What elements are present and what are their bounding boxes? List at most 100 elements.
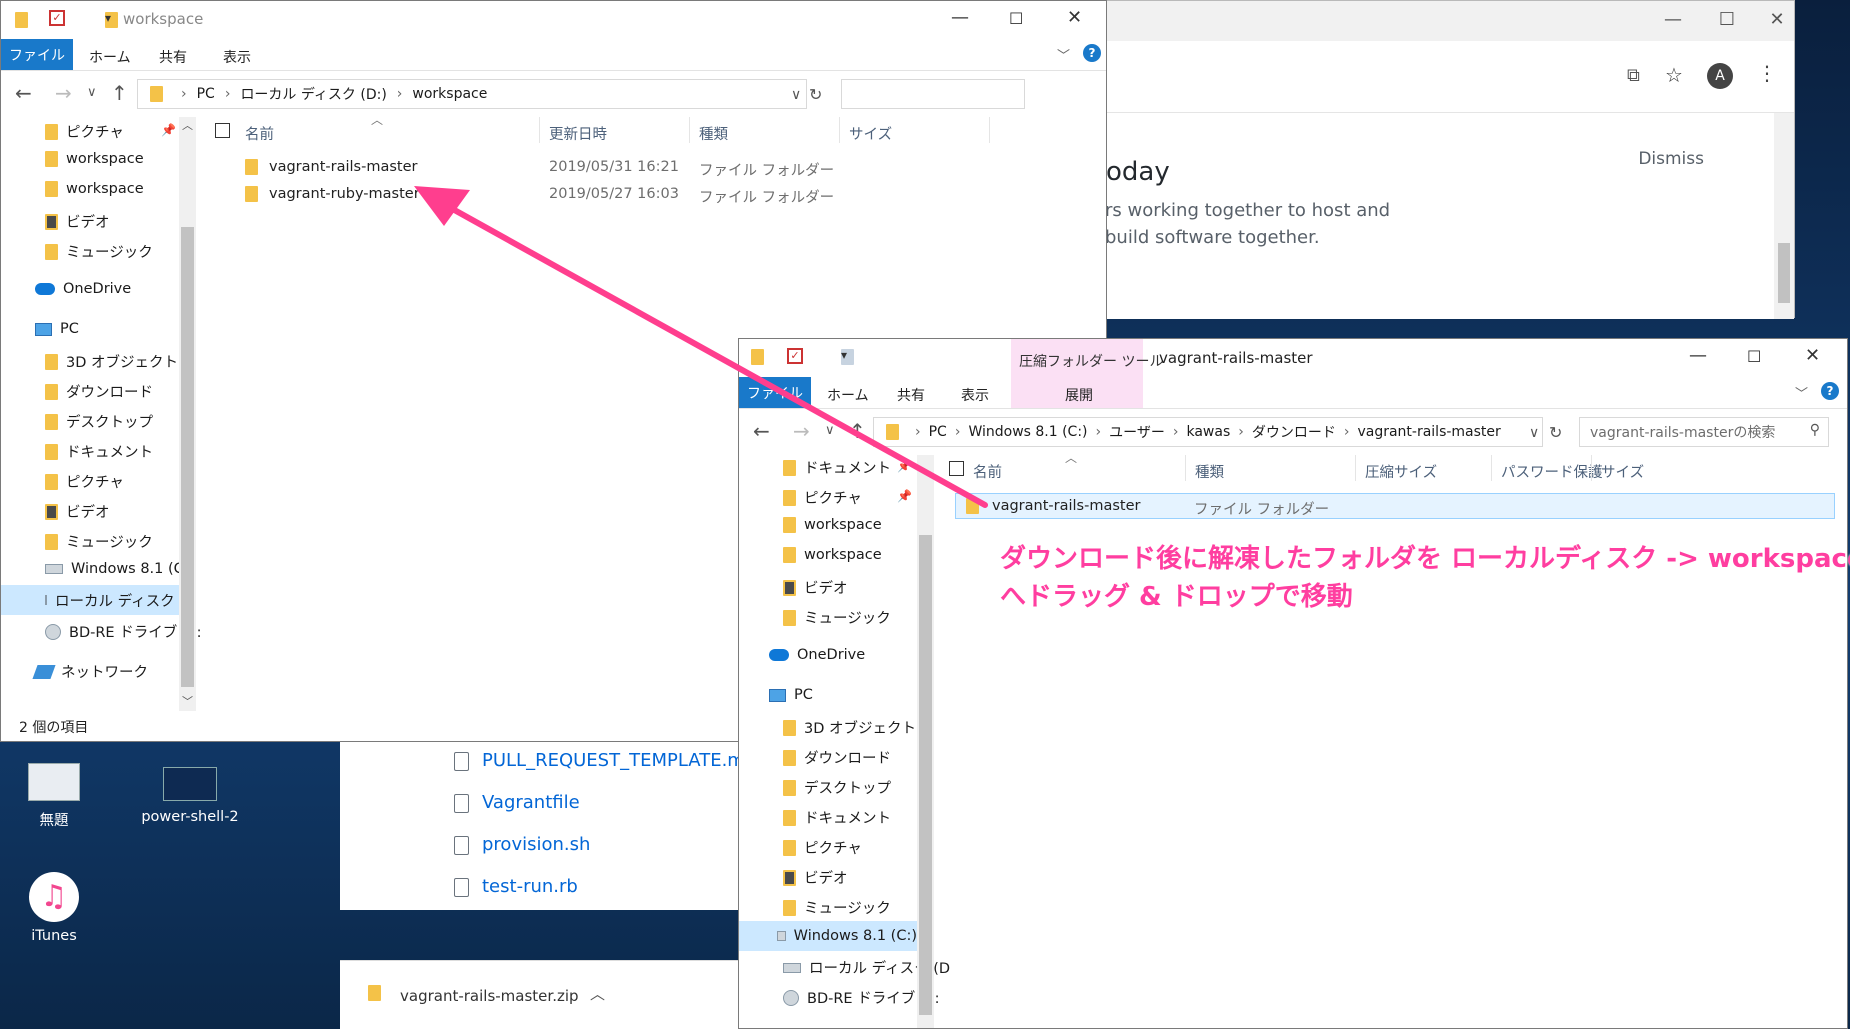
desktop-icon-untitled[interactable]: 無題	[24, 763, 84, 830]
file-link[interactable]: PULL_REQUEST_TEMPLATE.md	[482, 750, 756, 771]
search-input[interactable]	[841, 79, 1025, 109]
desktop-icon-power-shell[interactable]: power-shell-2	[140, 763, 240, 825]
nav-item-pictures[interactable]: ピクチャ	[45, 471, 124, 492]
help-icon[interactable]: ?	[1083, 44, 1101, 62]
maximize-icon[interactable]: ☐	[1747, 347, 1761, 366]
breadcrumb-local-disk[interactable]: ローカル ディスク (D:)	[240, 84, 386, 104]
breadcrumb-vagrant-rails-master[interactable]: vagrant-rails-master	[1357, 424, 1500, 440]
chevron-down-icon[interactable]: ﹀	[1795, 383, 1808, 402]
address-input[interactable]: › PC › ローカル ディスク (D:) › workspace	[137, 79, 807, 109]
chevron-up-icon[interactable]: ︿	[182, 117, 193, 133]
nav-item-videos[interactable]: ビデオ	[783, 577, 848, 598]
column-size[interactable]: サイズ	[1601, 461, 1644, 482]
browser-scroll-thumb[interactable]	[1778, 243, 1790, 303]
breadcrumb-drive-c[interactable]: Windows 8.1 (C:)	[968, 424, 1087, 440]
translate-icon[interactable]: ⧉	[1627, 65, 1640, 86]
scroll-thumb[interactable]	[919, 535, 932, 1015]
nav-item-drive-c[interactable]: Windows 8.1 (C:)	[45, 561, 194, 577]
breadcrumb-users[interactable]: ユーザー	[1109, 422, 1165, 442]
breadcrumb-pc[interactable]: PC	[197, 86, 215, 102]
download-file-name[interactable]: vagrant-rails-master.zip	[400, 987, 579, 1005]
breadcrumb-pc[interactable]: PC	[929, 424, 947, 440]
file-link[interactable]: test-run.rb	[482, 876, 578, 897]
nav-scrollbar[interactable]: ︿ ﹀	[179, 117, 196, 711]
maximize-icon[interactable]: ☐	[1009, 9, 1023, 28]
context-tab-label[interactable]: 圧縮フォルダー ツール	[1019, 351, 1163, 371]
tab-extract[interactable]: 展開	[1065, 385, 1093, 405]
properties-icon[interactable]: ✓	[49, 10, 65, 26]
tab-file[interactable]: ファイル	[1, 39, 73, 70]
table-row[interactable]: vagrant-rails-master ファイル フォルダー	[955, 493, 1835, 519]
tab-share[interactable]: 共有	[897, 385, 925, 405]
chevron-down-icon[interactable]: ∨	[791, 87, 801, 103]
nav-item-pictures[interactable]: ピクチャ	[783, 487, 862, 508]
dismiss-button[interactable]: Dismiss	[1638, 149, 1704, 169]
minimize-icon[interactable]: —	[1689, 345, 1707, 366]
menu-icon[interactable]: ⋮	[1757, 61, 1777, 85]
maximize-icon[interactable]: ☐	[1707, 9, 1747, 30]
nav-item-3d-objects[interactable]: 3D オブジェクト	[783, 717, 916, 738]
nav-item-drive-c[interactable]: Windows 8.1 (C:)	[739, 921, 917, 951]
tab-view[interactable]: 表示	[961, 385, 989, 405]
select-all-checkbox[interactable]	[215, 123, 230, 138]
pin-icon[interactable]: 📌	[161, 123, 176, 137]
nav-scrollbar[interactable]	[917, 455, 934, 1028]
close-icon[interactable]: ✕	[1805, 345, 1820, 366]
pin-icon[interactable]: 📌	[897, 459, 912, 473]
nav-item-documents[interactable]: ドキュメント	[45, 441, 153, 462]
tab-share[interactable]: 共有	[159, 47, 187, 67]
up-icon[interactable]: ↑	[111, 81, 128, 105]
desktop-icon-itunes[interactable]: ♫ iTunes	[24, 872, 84, 944]
nav-item-music[interactable]: ミュージック	[45, 241, 153, 262]
address-input[interactable]: › PC › Windows 8.1 (C:) › ユーザー › kawas ›…	[873, 417, 1543, 447]
nav-item-pictures[interactable]: ピクチャ	[45, 121, 124, 142]
chevron-down-icon[interactable]: ∨	[1529, 425, 1539, 441]
tab-file[interactable]: ファイル	[739, 377, 811, 408]
avatar[interactable]: A	[1707, 63, 1733, 89]
nav-item-videos[interactable]: ビデオ	[783, 867, 848, 888]
nav-item-downloads[interactable]: ダウンロード	[783, 747, 891, 768]
properties-icon[interactable]: ✓	[787, 348, 803, 364]
column-password[interactable]: パスワード保護	[1501, 461, 1603, 482]
refresh-icon[interactable]: ↻	[809, 85, 822, 104]
column-date[interactable]: 更新日時	[549, 123, 607, 144]
nav-item-videos[interactable]: ビデオ	[45, 501, 110, 522]
forward-icon[interactable]: →	[793, 419, 810, 443]
minimize-icon[interactable]: —	[951, 7, 969, 28]
chevron-down-icon[interactable]: ▾	[841, 348, 847, 362]
file-link[interactable]: Vagrantfile	[482, 792, 580, 813]
nav-item-documents[interactable]: ドキュメント	[783, 807, 891, 828]
column-name[interactable]: 名前	[973, 461, 1002, 482]
chevron-up-icon[interactable]: ︿	[590, 983, 605, 1004]
column-type[interactable]: 種類	[1195, 461, 1224, 482]
close-icon[interactable]: ✕	[1757, 9, 1797, 30]
close-icon[interactable]: ✕	[1067, 7, 1082, 28]
select-all-checkbox[interactable]	[949, 461, 964, 476]
file-link[interactable]: provision.sh	[482, 834, 590, 855]
nav-item-music[interactable]: ミュージック	[783, 607, 891, 628]
nav-item-workspace[interactable]: workspace	[783, 517, 882, 533]
nav-item-pc[interactable]: PC	[769, 687, 813, 703]
search-input[interactable]: vagrant-rails-masterの検索 ⚲	[1579, 417, 1829, 447]
table-row[interactable]: vagrant-ruby-master 2019/05/27 16:03 ファイ…	[237, 182, 837, 208]
nav-item-documents[interactable]: ドキュメント	[783, 457, 891, 478]
nav-item-pc[interactable]: PC	[35, 321, 79, 337]
column-size[interactable]: サイズ	[849, 123, 892, 144]
tab-view[interactable]: 表示	[223, 47, 251, 67]
column-type[interactable]: 種類	[699, 123, 728, 144]
table-row[interactable]: vagrant-rails-master 2019/05/31 16:21 ファ…	[237, 155, 837, 181]
nav-item-desktop[interactable]: デスクトップ	[45, 411, 153, 432]
tab-home[interactable]: ホーム	[89, 47, 131, 67]
scroll-thumb[interactable]	[181, 227, 194, 687]
chevron-down-icon[interactable]: ▾	[105, 11, 111, 25]
nav-item-workspace[interactable]: workspace	[45, 181, 144, 197]
nav-item-music[interactable]: ミュージック	[783, 897, 891, 918]
star-icon[interactable]: ☆	[1665, 63, 1683, 87]
pin-icon[interactable]: 📌	[897, 489, 912, 503]
search-icon[interactable]: ⚲	[1810, 422, 1820, 438]
nav-item-drive-d[interactable]: ローカル ディスク (D	[1, 585, 196, 615]
nav-item-onedrive[interactable]: OneDrive	[35, 281, 131, 297]
nav-item-downloads[interactable]: ダウンロード	[45, 381, 153, 402]
nav-item-workspace[interactable]: workspace	[783, 547, 882, 563]
chevron-down-icon[interactable]: ﹀	[1057, 45, 1070, 64]
